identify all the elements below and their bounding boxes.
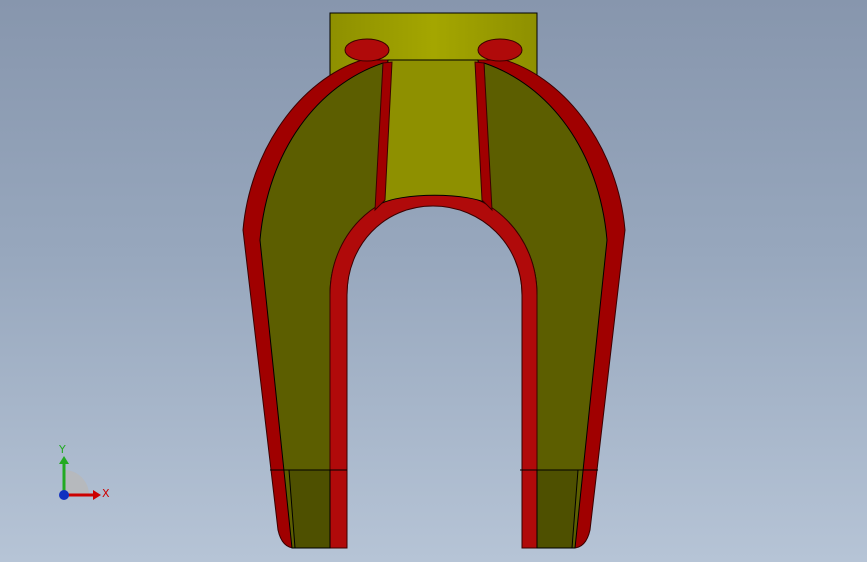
- axis-triad: Y X: [58, 443, 110, 500]
- right-tip-face: [536, 469, 579, 549]
- y-axis-label: Y: [58, 443, 66, 456]
- fork-model[interactable]: [0, 0, 867, 562]
- triad-quarter-disk: [64, 470, 89, 495]
- left-tip-face: [288, 469, 331, 549]
- graphics-viewport[interactable]: Y X: [0, 0, 867, 562]
- right-boss: [477, 38, 523, 62]
- z-axis-dot: [59, 490, 69, 500]
- x-axis-arrow: [93, 490, 101, 500]
- left-boss: [344, 38, 390, 62]
- inner-u-rim: [329, 189, 538, 549]
- x-axis-label: X: [102, 487, 110, 500]
- y-axis-arrow: [59, 456, 69, 464]
- hub-center-face: [377, 59, 491, 206]
